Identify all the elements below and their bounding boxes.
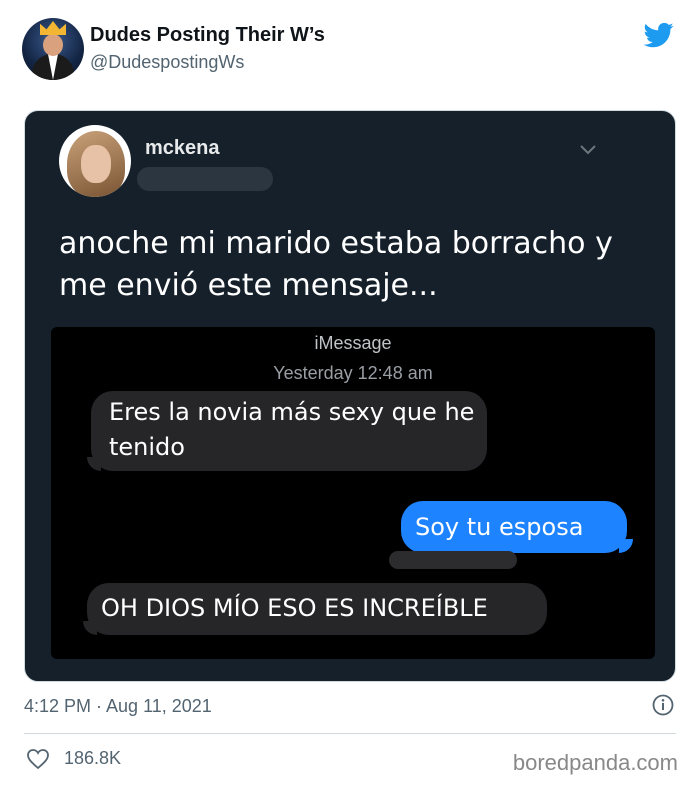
heart-icon[interactable]: [26, 748, 50, 770]
avatar-face: [43, 34, 63, 56]
embedded-user-name: mckena: [145, 137, 220, 159]
sent-message-bubble: Soy tu esposa: [401, 501, 627, 553]
account-handle[interactable]: @DudespostingWs: [90, 52, 244, 73]
embedded-avatar: [59, 125, 131, 197]
received-message-bubble: OH DIOS MÍO ESO ES INCREÍBLE: [87, 583, 547, 635]
redacted-handle: [137, 167, 273, 191]
avatar-face: [81, 145, 111, 183]
tweet-timestamp[interactable]: 4:12 PM · Aug 11, 2021: [24, 696, 212, 717]
crown-icon: [40, 21, 66, 35]
divider: [24, 733, 676, 734]
account-avatar[interactable]: [22, 18, 84, 80]
tweet-header: Dudes Posting Their W’s @DudespostingWs: [22, 18, 682, 82]
imessage-screenshot: iMessage Yesterday 12:48 am Eres la novi…: [51, 327, 655, 659]
info-icon[interactable]: [652, 694, 674, 716]
watermark: boredpanda.com: [512, 750, 678, 775]
embedded-caption: anoche mi marido estaba borracho y me en…: [59, 226, 613, 303]
imessage-title: iMessage: [314, 333, 392, 353]
account-name[interactable]: Dudes Posting Their W’s: [90, 24, 325, 47]
like-count[interactable]: 186.8K: [64, 748, 121, 769]
embedded-tweet-image[interactable]: mckena anoche mi marido estaba borracho …: [24, 110, 676, 682]
redacted-delivery-status: [389, 551, 517, 569]
twitter-bird-icon[interactable]: [642, 20, 676, 50]
received-message-bubble: Eres la novia más sexy que he tenido: [91, 391, 487, 471]
chevron-down-icon: [580, 145, 596, 155]
imessage-timestamp: Yesterday 12:48 am: [273, 363, 433, 383]
